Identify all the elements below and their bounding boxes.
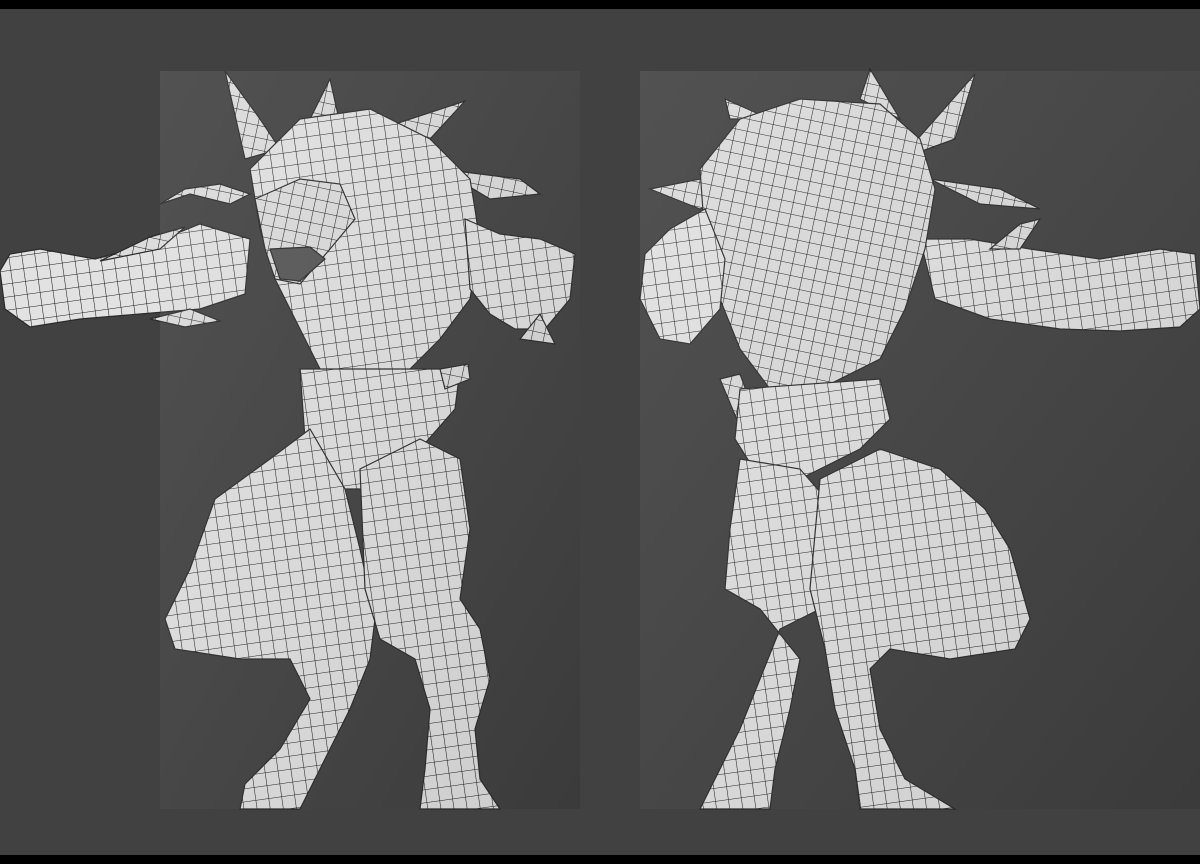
- creature-front-model: [0, 70, 580, 810]
- creature-back-model: [639, 67, 1200, 810]
- viewport-canvas: [0, 67, 1200, 810]
- 3d-viewport: [0, 9, 1200, 855]
- screenshot-frame: [0, 0, 1200, 864]
